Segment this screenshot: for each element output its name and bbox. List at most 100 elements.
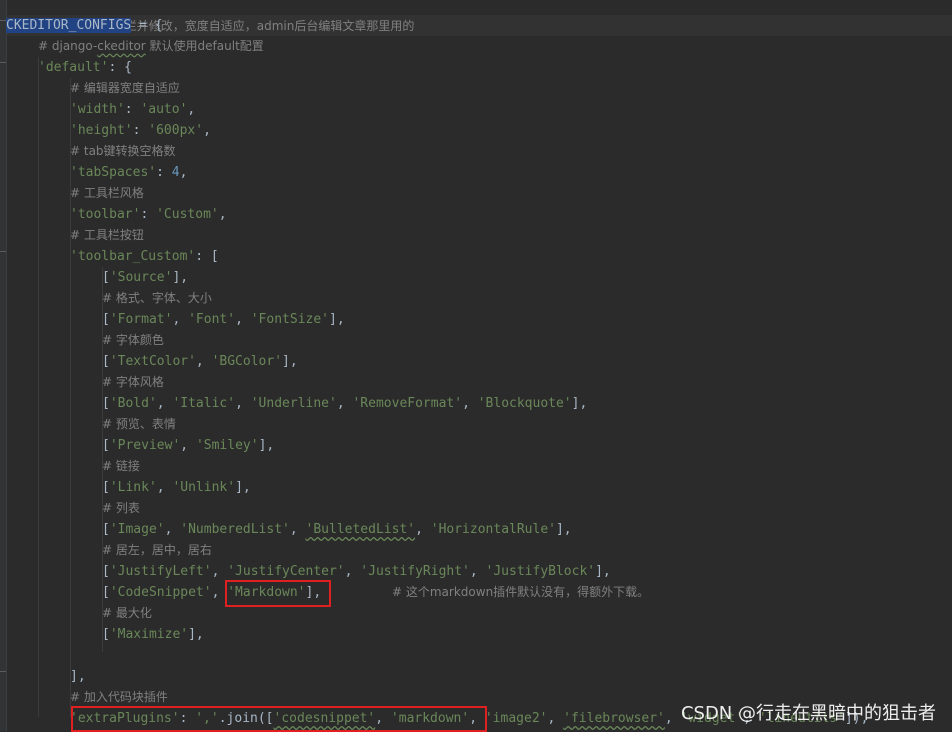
comment-part: ckeditor (97, 39, 146, 53)
string: 'width' (70, 102, 125, 117)
code-line: ['Format', 'Font', 'FontSize'], (102, 312, 345, 327)
string: 'tabSpaces' (70, 165, 157, 180)
comment: # 预览、表情 (102, 417, 176, 431)
comment: # 链接 (102, 459, 140, 473)
code-line: 'default': { (38, 57, 132, 78)
comment: # 格式、字体、大小 (102, 291, 212, 305)
code-line: # tab键转换空格数 (70, 141, 176, 162)
string: 'Blockquote' (477, 396, 572, 411)
code-line: # 预览、表情 (102, 414, 176, 435)
highlight-box-markdown (225, 580, 331, 607)
fold-marker[interactable] (0, 671, 6, 680)
fold-marker[interactable] (0, 62, 6, 71)
string: 'JustifyLeft' (109, 564, 212, 579)
comment: # 字体颜色 (102, 333, 164, 347)
string: 'Smiley' (195, 438, 259, 453)
string: 'default' (38, 60, 109, 75)
comment: # 字体风格 (102, 375, 164, 389)
string: 'NumberedList' (180, 522, 290, 537)
code-line: CKEDITOR_CONFIGS = { (6, 15, 163, 36)
code-line: ], (70, 666, 86, 687)
code-line: # 字体风格 (102, 372, 164, 393)
code-line: 'height': '600px', (70, 123, 211, 138)
string: 'JustifyCenter' (227, 564, 345, 579)
fold-marker[interactable] (0, 251, 6, 260)
code-line: # 使用ck的工具栏并修改，宽度自适应，admin后台编辑文章那里用的 (6, 0, 414, 33)
code-line: # 链接 (102, 456, 140, 477)
code-line: # 格式、字体、大小 (102, 288, 212, 309)
string: 'Source' (109, 270, 173, 285)
code-line: ['Maximize'], (102, 627, 204, 642)
string: 'Unlink' (172, 480, 236, 495)
string: 'Font' (188, 312, 236, 327)
code-token: ], (70, 669, 86, 684)
comment: # tab键转换空格数 (70, 144, 176, 158)
string: 'BGColor' (211, 354, 283, 369)
code-line: ['Preview', 'Smiley'], (102, 438, 275, 453)
comment-part: 默认使用default配置 (145, 39, 264, 53)
comment: # django-ckeditor 默认使用default配置 (38, 39, 264, 53)
string: 'auto' (140, 102, 188, 117)
string: 'RemoveFormat' (352, 396, 463, 411)
code-line: 'toolbar': 'Custom', (70, 207, 227, 222)
string: 'Link' (109, 480, 157, 495)
comment: # 列表 (102, 501, 140, 515)
string: 'JustifyBlock' (485, 564, 596, 579)
code-line: ['JustifyLeft', 'JustifyCenter', 'Justif… (102, 564, 611, 579)
comment: # 这个markdown插件默认没有，得额外下载。 (392, 585, 650, 599)
code-token: : [ (195, 249, 219, 264)
string: 'BulletedList' (305, 522, 416, 537)
code-line: ['Bold', 'Italic', 'Underline', 'RemoveF… (102, 396, 588, 411)
string: 'Image' (109, 522, 165, 537)
string: 'Maximize' (109, 627, 189, 642)
code-token: = { (131, 18, 163, 33)
selected-variable[interactable]: CKEDITOR_CONFIGS (6, 18, 132, 33)
code-line: ['TextColor', 'BGColor'], (102, 354, 298, 369)
code-line: # 编辑器宽度自适应 (70, 78, 180, 99)
comment-part: # django- (38, 39, 98, 53)
code-line: # 工具栏风格 (70, 183, 144, 204)
string: 'TextColor' (109, 354, 196, 369)
code-line: # 列表 (102, 498, 140, 519)
code-line: 'tabSpaces': 4, (70, 165, 188, 180)
code-line: # 这个markdown插件默认没有，得额外下载。 (392, 582, 649, 603)
string: 'image2' (484, 711, 548, 726)
watermark: CSDN @行走在黑暗中的狙击者 (680, 703, 936, 724)
string: 'filebrowser' (563, 711, 665, 726)
comment: # 编辑器宽度自适应 (70, 81, 180, 95)
comment: # 居左，居中，居右 (102, 543, 212, 557)
indent-guide (38, 57, 39, 717)
comment: # 加入代码块插件 (70, 690, 168, 704)
string: 'FontSize' (250, 312, 330, 327)
code-line: ['Link', 'Unlink'], (102, 480, 251, 495)
code-line: ['Source'], (102, 270, 189, 285)
string: 'Format' (109, 312, 173, 327)
code-line: # django-ckeditor 默认使用default配置 (38, 36, 264, 57)
comment: # 工具栏按钮 (70, 228, 144, 242)
code-token: : { (108, 60, 132, 75)
string: 'HorizontalRule' (430, 522, 556, 537)
fold-gutter (0, 0, 7, 731)
code-line: # 字体颜色 (102, 330, 164, 351)
comment: # 工具栏风格 (70, 186, 144, 200)
string: 'toolbar' (70, 207, 141, 222)
highlight-box-extraplugins (71, 706, 487, 732)
code-editor[interactable]: # 使用ck的工具栏并修改，宽度自适应，admin后台编辑文章那里用的 CKED… (0, 0, 952, 732)
code-line: 'toolbar_Custom': [ (70, 246, 219, 267)
string: 'JustifyRight' (360, 564, 470, 579)
string: 'toolbar_Custom' (70, 249, 196, 264)
code-line: 'width': 'auto', (70, 102, 196, 117)
string: 'Italic' (172, 396, 236, 411)
string: 'Underline' (250, 396, 337, 411)
string: 'CodeSnippet' (109, 585, 212, 600)
comment: # 最大化 (102, 606, 152, 620)
string: '600px' (148, 123, 204, 138)
code-line: ['Image', 'NumberedList', 'BulletedList'… (102, 522, 572, 537)
code-line: # 居左，居中，居右 (102, 540, 212, 561)
string: 'Custom' (156, 207, 219, 222)
string: 'Preview' (109, 438, 181, 453)
number: 4 (171, 165, 180, 180)
code-line: # 最大化 (102, 603, 152, 624)
code-line: # 工具栏按钮 (70, 225, 144, 246)
string: 'Bold' (109, 396, 157, 411)
